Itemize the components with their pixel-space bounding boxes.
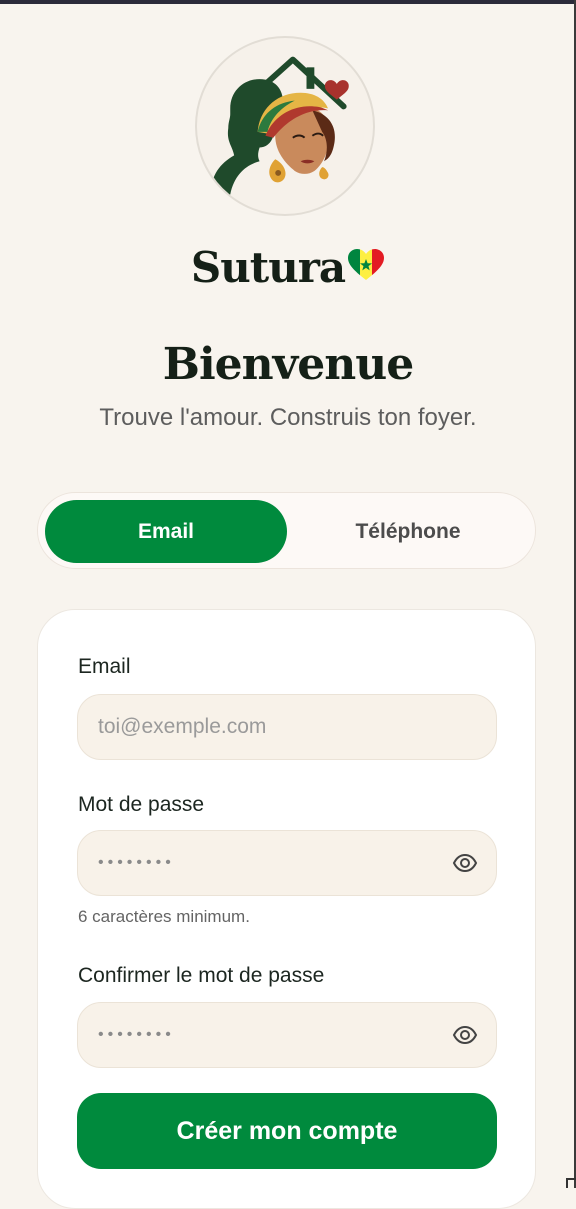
confirm-password-label: Confirmer le mot de passe	[78, 964, 325, 987]
brand-title: Sutura	[0, 243, 576, 292]
email-field[interactable]	[77, 694, 497, 760]
app-logo	[195, 36, 375, 216]
confirm-password-field[interactable]: ••••••••	[77, 1002, 497, 1068]
password-field[interactable]: ••••••••	[77, 830, 497, 896]
auth-method-tabs: Email Téléphone	[37, 492, 536, 569]
password-masked-value: ••••••••	[98, 854, 175, 871]
confirm-password-masked-value: ••••••••	[98, 1026, 175, 1043]
welcome-tagline: Trouve l'amour. Construis ton foyer.	[99, 404, 477, 431]
email-label: Email	[78, 655, 131, 678]
tab-email[interactable]: Email	[45, 500, 287, 563]
eye-icon[interactable]	[452, 1022, 478, 1048]
resize-corner	[566, 1178, 576, 1188]
window-top-bar	[0, 0, 576, 4]
couple-house-logo-icon	[210, 56, 349, 195]
welcome-heading: Bienvenue	[162, 339, 414, 390]
senegal-flag-heart-icon	[348, 249, 385, 280]
brand-name: Sutura	[190, 243, 346, 292]
create-account-button[interactable]: Créer mon compte	[77, 1093, 497, 1169]
signup-form-card: Email Mot de passe •••••••• 6 caractères…	[37, 609, 536, 1209]
password-label: Mot de passe	[78, 793, 205, 816]
tab-phone[interactable]: Téléphone	[287, 500, 529, 563]
password-hint: 6 caractères minimum.	[78, 907, 250, 926]
eye-icon[interactable]	[452, 850, 478, 876]
